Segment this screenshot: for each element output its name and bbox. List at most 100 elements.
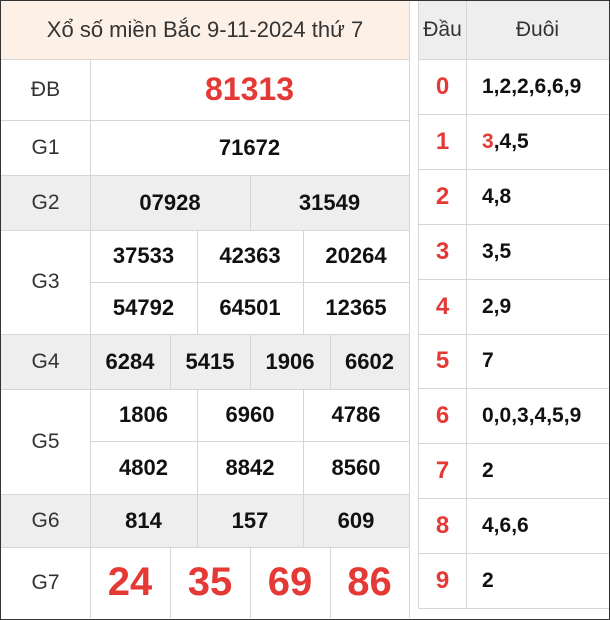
grid-line bbox=[170, 334, 171, 389]
grid-line bbox=[1, 334, 409, 335]
loto-tail: 4,8 bbox=[466, 169, 609, 224]
grid-line bbox=[418, 1, 419, 608]
loto-head: 2 bbox=[435, 182, 450, 210]
prize-label-g6: G6 bbox=[31, 508, 60, 532]
prize-label-g3: G3 bbox=[31, 270, 60, 293]
grid-line bbox=[1, 175, 409, 176]
grid-line bbox=[466, 1, 467, 608]
loto-head: 5 bbox=[435, 347, 450, 374]
prize-number-g5: 8842 bbox=[225, 454, 275, 480]
loto-tail: 7 bbox=[466, 334, 609, 388]
prize-number-g4: 5415 bbox=[185, 348, 235, 374]
grid-line bbox=[418, 553, 609, 554]
loto-tail-values: 7 bbox=[482, 349, 494, 372]
loto-tail-header: Đuôi bbox=[466, 1, 609, 59]
prize-number-g2: 31549 bbox=[298, 189, 361, 215]
prize-number-g5: 8560 bbox=[331, 454, 381, 480]
grid-line bbox=[170, 547, 171, 618]
prize-number-g4: 1906 bbox=[265, 348, 315, 374]
loto-head: 1 bbox=[435, 127, 450, 155]
prize-number-g3: 64501 bbox=[219, 295, 281, 320]
grid-line bbox=[1, 230, 409, 231]
grid-line bbox=[418, 279, 609, 280]
grid-line bbox=[418, 224, 609, 225]
prize-number-g5: 1806 bbox=[119, 402, 168, 427]
grid-line bbox=[90, 59, 91, 618]
loto-head: 9 bbox=[435, 566, 450, 594]
prize-number-g5: 4802 bbox=[119, 454, 168, 480]
prize-label-g7: G7 bbox=[31, 570, 60, 594]
grid-line bbox=[90, 441, 409, 442]
grid-line bbox=[90, 282, 409, 283]
grid-line bbox=[330, 547, 331, 618]
grid-line bbox=[1, 120, 409, 121]
grid-line bbox=[418, 59, 609, 60]
grid-line bbox=[303, 230, 304, 334]
prize-number-g4: 6284 bbox=[105, 348, 155, 374]
prize-number-g6: 814 bbox=[125, 507, 162, 533]
prize-number-g3: 12365 bbox=[325, 295, 387, 320]
prize-number-g6: 609 bbox=[337, 507, 375, 533]
prize-label-db: ĐB bbox=[30, 77, 61, 101]
loto-tail: 2 bbox=[466, 443, 609, 498]
loto-tail-values: 1,2,2,6,6,9 bbox=[482, 74, 582, 98]
loto-tail: 2,9 bbox=[466, 279, 609, 334]
prize-number-g3: 37533 bbox=[112, 243, 175, 268]
grid-line bbox=[418, 169, 609, 170]
prize-label-g5: G5 bbox=[31, 429, 60, 453]
prize-number-g5: 4786 bbox=[331, 402, 381, 427]
prize-number-db: 81313 bbox=[205, 71, 294, 107]
loto-tail-values: 4,6,6 bbox=[482, 513, 529, 537]
prize-number-g1: 71672 bbox=[218, 134, 281, 160]
loto-tail-values: 2 bbox=[482, 568, 494, 592]
loto-tail: 3,4,5 bbox=[466, 114, 609, 169]
loto-head: 7 bbox=[435, 456, 450, 484]
loto-tail: 0,0,3,4,5,9 bbox=[466, 388, 609, 443]
loto-tail-values: 2 bbox=[482, 458, 494, 482]
prize-number-g7: 86 bbox=[347, 560, 392, 604]
prize-number-g7: 69 bbox=[267, 560, 313, 604]
loto-head: 0 bbox=[435, 72, 450, 100]
loto-tail: 1,2,2,6,6,9 bbox=[466, 59, 609, 114]
prize-label-g4: G4 bbox=[31, 349, 60, 373]
prize-number-g7: 35 bbox=[187, 560, 233, 604]
grid-line bbox=[1, 494, 409, 495]
loto-head: 6 bbox=[435, 401, 450, 429]
grid-line bbox=[303, 389, 304, 547]
loto-tail: 4,6,6 bbox=[466, 498, 609, 553]
grid-line bbox=[418, 334, 609, 335]
loto-head: 4 bbox=[435, 292, 450, 320]
grid-line bbox=[418, 498, 609, 499]
prize-number-g3: 20264 bbox=[325, 243, 387, 268]
grid-line bbox=[409, 1, 410, 618]
loto-tail-values: 0,0,3,4,5,9 bbox=[482, 403, 582, 427]
loto-tail-values: 4,8 bbox=[482, 184, 512, 208]
prize-number-g7: 24 bbox=[107, 560, 153, 604]
grid-line bbox=[1, 547, 409, 548]
loto-head: 8 bbox=[435, 511, 450, 539]
prize-number-g2: 07928 bbox=[139, 189, 201, 215]
loto-tail: 2 bbox=[466, 553, 609, 608]
loto-tail-highlight: 3 bbox=[482, 129, 494, 153]
prize-number-g3: 54792 bbox=[112, 295, 175, 320]
grid-line bbox=[418, 388, 609, 389]
grid-line bbox=[418, 114, 609, 115]
loto-tail-values: ,4,5 bbox=[493, 129, 529, 153]
loto-tail: 3,5 bbox=[466, 224, 609, 279]
grid-line bbox=[418, 443, 609, 444]
loto-head-header: Đầu bbox=[419, 1, 466, 59]
page-title: Xổ số miền Bắc 9-11-2024 thứ 7 bbox=[1, 1, 409, 59]
grid-line bbox=[1, 59, 409, 60]
grid-line bbox=[250, 334, 251, 389]
loto-tail-values: 3,5 bbox=[482, 239, 512, 263]
prize-label-g1: G1 bbox=[31, 135, 60, 159]
loto-tail-values: 2,9 bbox=[482, 294, 512, 318]
prize-number-g4: 6602 bbox=[345, 348, 394, 374]
grid-line bbox=[418, 608, 609, 609]
grid-line bbox=[197, 389, 198, 547]
grid-line bbox=[250, 547, 251, 618]
grid-line bbox=[1, 389, 409, 390]
grid-line bbox=[197, 230, 198, 334]
prize-number-g3: 42363 bbox=[219, 243, 281, 268]
loto-head: 3 bbox=[435, 237, 450, 265]
